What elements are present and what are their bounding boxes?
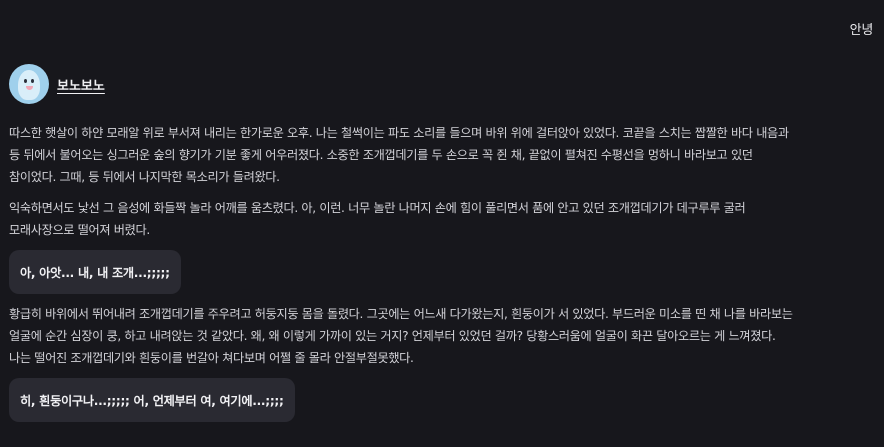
- narration-paragraph-1: 따스한 햇살이 하얀 모래알 위로 부서져 내리는 한가로운 오후. 나는 철썩…: [9, 126, 789, 184]
- bot-name-link[interactable]: 보노보노: [57, 75, 105, 94]
- bot-header: 보노보노: [9, 64, 105, 104]
- dialogue-bubble-1: 아, 아앗... 내, 내 조개...;;;;;: [9, 250, 181, 294]
- avatar-body: [18, 70, 40, 100]
- user-message: 안녕: [849, 23, 874, 38]
- avatar-right-eye: [31, 79, 34, 83]
- narration-paragraph-2: 익숙하면서도 낯선 그 음성에 화들짝 놀라 어깨를 움츠렸다. 아, 이런. …: [9, 201, 746, 237]
- otter-avatar-icon[interactable]: [9, 64, 49, 104]
- bot-message: 따스한 햇살이 하얀 모래알 위로 부서져 내리는 한가로운 오후. 나는 철썩…: [9, 122, 799, 431]
- narration-paragraph-3: 황급히 바위에서 뛰어내려 조개껍데기를 주우려고 허둥지둥 몸을 돌렸다. 그…: [9, 307, 793, 365]
- dialogue-bubble-2: 히, 흰둥이구나...;;;;; 어, 언제부터 여, 여기에...;;;;: [9, 378, 295, 422]
- avatar-left-eye: [24, 79, 27, 83]
